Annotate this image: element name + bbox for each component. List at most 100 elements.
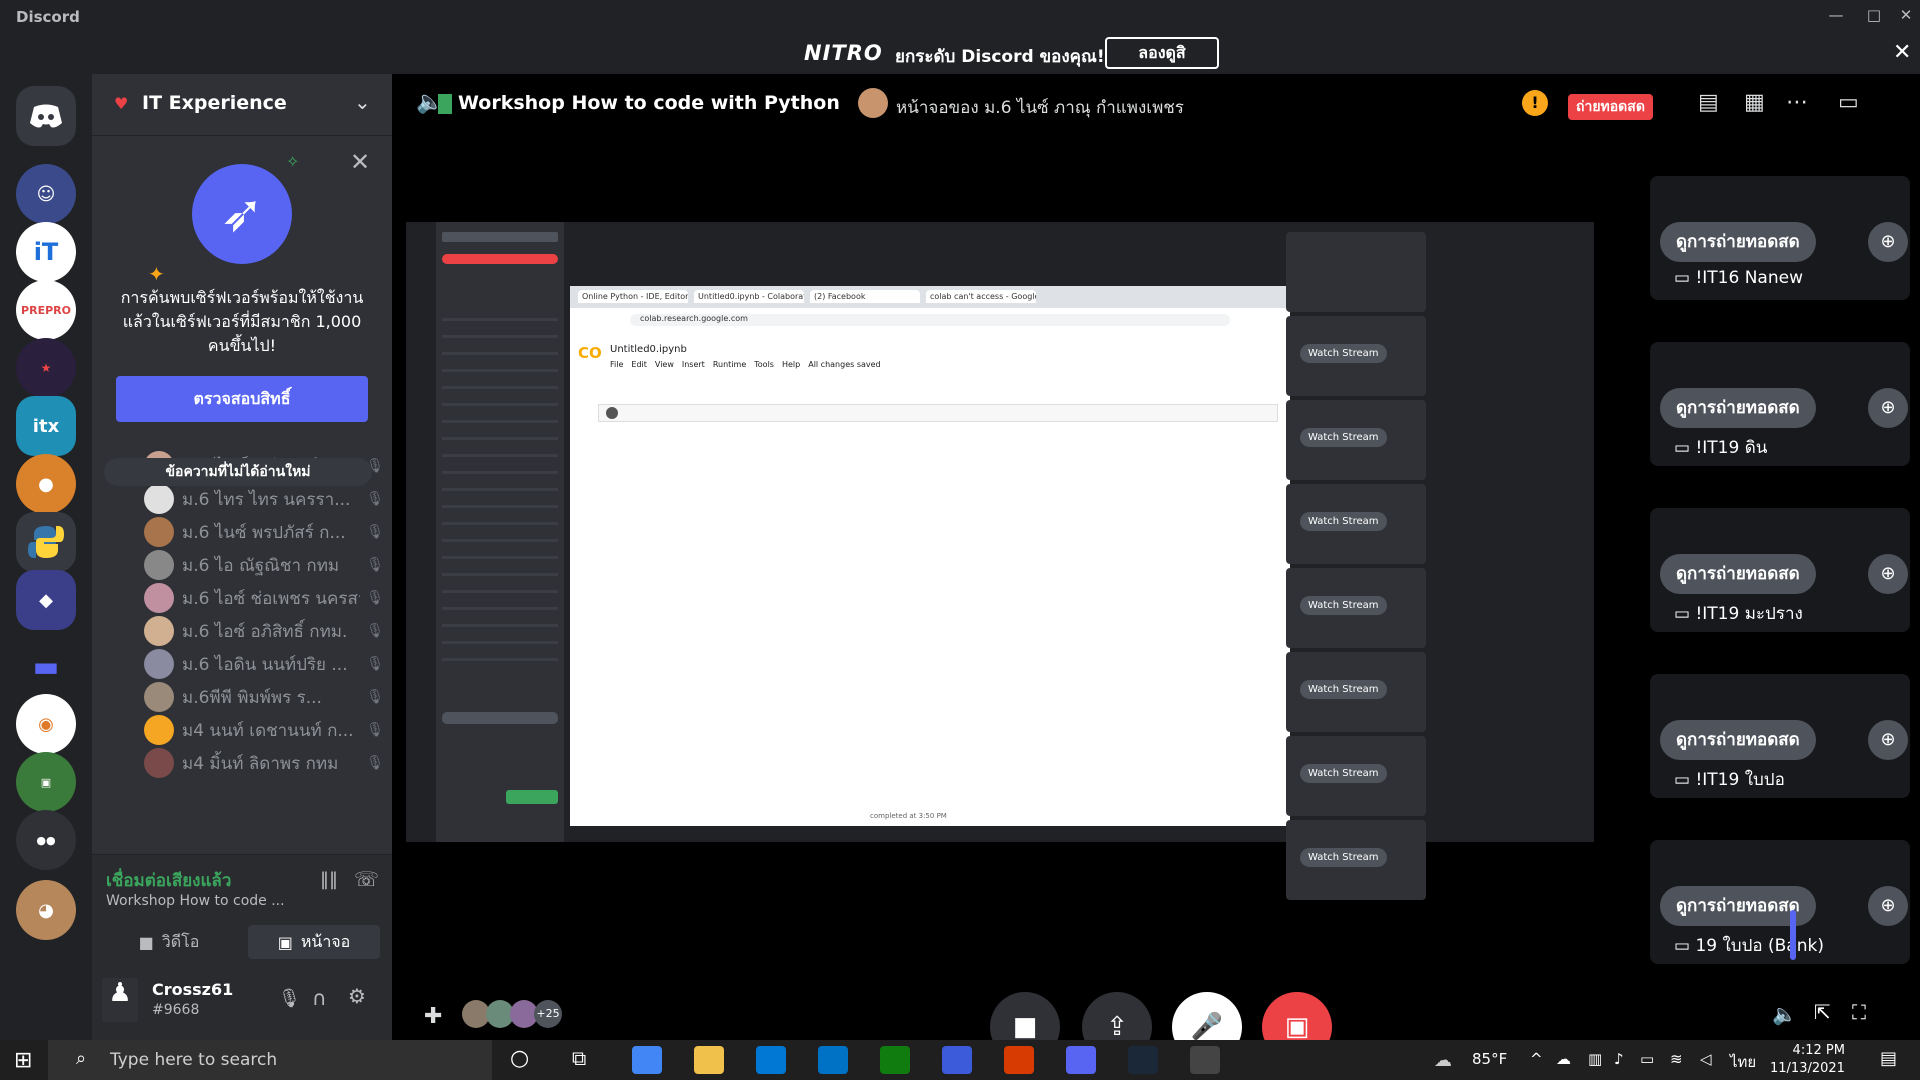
fullscreen-icon[interactable]: ⛶ bbox=[1852, 1000, 1866, 1024]
browser-tab[interactable]: colab can't access - Google S... bbox=[926, 290, 1036, 303]
server-icon-shield[interactable]: ◆ bbox=[16, 570, 76, 630]
add-watch-icon[interactable]: ⊕ bbox=[1868, 222, 1908, 262]
xbox-icon[interactable] bbox=[880, 1046, 910, 1074]
battery-icon[interactable]: ▭ bbox=[1640, 1050, 1654, 1068]
participant-avatars[interactable]: +25 bbox=[462, 1000, 562, 1028]
volume-slider[interactable] bbox=[1790, 910, 1796, 960]
warning-icon[interactable]: ! bbox=[1522, 90, 1548, 116]
stream-tile[interactable]: ดูการถ่ายทอดสด ⊕ ▭ !IT19 ดิน bbox=[1650, 342, 1910, 466]
nitro-try-button[interactable]: ลองดูสิ bbox=[1105, 37, 1219, 69]
address-bar[interactable]: colab.research.google.com bbox=[630, 314, 1230, 326]
voice-member[interactable]: ม.6พีพี พิมพ์พร ร... 🎙 bbox=[144, 681, 384, 713]
network-icon[interactable]: ▥ bbox=[1588, 1050, 1602, 1068]
notebook-title[interactable]: Untitled0.ipynb bbox=[610, 344, 687, 355]
add-person-icon[interactable]: ✚ bbox=[424, 1004, 442, 1029]
user-avatar[interactable]: ♟ bbox=[102, 978, 138, 1022]
server-icon-text[interactable]: ●● bbox=[16, 810, 76, 870]
close-icon[interactable]: ✕ bbox=[1896, 6, 1916, 26]
store-icon[interactable] bbox=[756, 1046, 786, 1074]
server-icon-food[interactable]: ● bbox=[16, 454, 76, 514]
gear-icon[interactable]: ⚙ bbox=[348, 984, 366, 1008]
obs-icon[interactable] bbox=[1190, 1046, 1220, 1074]
file-explorer-icon[interactable] bbox=[694, 1046, 724, 1074]
voice-member[interactable]: ม.6 ไอ ณัฐณิชา กทม 🎙 bbox=[144, 549, 384, 581]
add-watch-icon[interactable]: ⊕ bbox=[1868, 554, 1908, 594]
voice-member[interactable]: ม4 มิ้นท์ ลิดาพร กทม 🎙 bbox=[144, 747, 384, 779]
disconnect-icon[interactable]: ☏ bbox=[354, 867, 379, 891]
browser-tab[interactable]: Online Python - IDE, Editor, C... bbox=[578, 290, 688, 303]
discord-taskbar-icon[interactable] bbox=[1066, 1046, 1096, 1074]
colab-menu-item[interactable]: Runtime bbox=[713, 360, 746, 369]
user-avatar-cat[interactable]: ◕ bbox=[16, 880, 76, 940]
voice-member[interactable]: ม.6 ไอซ์ ช่อเพชร นครสวร... 🎙 bbox=[144, 582, 384, 614]
minimize-icon[interactable]: — bbox=[1826, 6, 1846, 26]
office-icon[interactable] bbox=[1004, 1046, 1034, 1074]
server-icon-purple[interactable]: ★ bbox=[16, 338, 76, 398]
more-icon[interactable]: ⋯ bbox=[1786, 90, 1808, 115]
colab-menu-item[interactable]: Edit bbox=[631, 360, 647, 369]
language-indicator[interactable]: ไทย bbox=[1730, 1050, 1756, 1074]
check-eligibility-button[interactable]: ตรวจสอบสิทธิ์ bbox=[116, 376, 368, 422]
server-icon-game[interactable]: ▣ bbox=[16, 752, 76, 812]
notification-icon[interactable]: ▤ bbox=[1880, 1048, 1897, 1069]
close-icon[interactable]: ✕ bbox=[350, 148, 370, 176]
headphones-icon[interactable]: ∩ bbox=[312, 986, 327, 1010]
grid-view-icon[interactable]: ▦ bbox=[1744, 90, 1765, 115]
popout-icon[interactable]: ▭ bbox=[1838, 90, 1859, 115]
folder-icon[interactable]: ▬ bbox=[16, 636, 76, 696]
close-icon[interactable]: ✕ bbox=[1893, 40, 1911, 65]
chrome-icon[interactable] bbox=[632, 1046, 662, 1074]
run-cell-icon[interactable] bbox=[606, 407, 618, 419]
task-view-icon[interactable]: ⧉ bbox=[572, 1046, 586, 1070]
server-icon-prepro[interactable]: PREPRO bbox=[16, 280, 76, 340]
wifi-icon[interactable]: ≋ bbox=[1670, 1050, 1683, 1068]
noise-suppression-icon[interactable]: ‖‖ bbox=[320, 869, 338, 890]
shared-screen[interactable]: Online Python - IDE, Editor, C... Untitle… bbox=[406, 222, 1594, 900]
stream-tile[interactable]: ดูการถ่ายทอดสด ⊕ ▭ 19 ใบปอ (Bank) bbox=[1650, 840, 1910, 964]
server-icon-anime[interactable]: ☺ bbox=[16, 164, 76, 224]
stream-tile[interactable]: ดูการถ่ายทอดสด ⊕ ▭ !IT19 มะปราง bbox=[1650, 508, 1910, 632]
add-watch-icon[interactable]: ⊕ bbox=[1868, 388, 1908, 428]
colab-menu-item[interactable]: View bbox=[655, 360, 674, 369]
watch-stream-button[interactable]: ดูการถ่ายทอดสด bbox=[1660, 554, 1816, 594]
voice-member[interactable]: ม.6 ไทร ไทร นครรา... 🎙 bbox=[144, 483, 384, 515]
watch-stream-button[interactable]: ดูการถ่ายทอดสด bbox=[1660, 222, 1816, 262]
colab-menu-item[interactable]: File bbox=[610, 360, 623, 369]
voice-channel-name[interactable]: Workshop How to code ... bbox=[106, 893, 285, 909]
server-icon-fox[interactable]: ◉ bbox=[16, 694, 76, 754]
stream-tile[interactable]: ดูการถ่ายทอดสด ⊕ ▭ !IT16 Nanew bbox=[1650, 176, 1910, 300]
popout-icon[interactable]: ⇱ bbox=[1814, 1000, 1831, 1024]
clock[interactable]: 4:12 PM 11/13/2021 bbox=[1770, 1042, 1845, 1078]
voice-member[interactable]: ม4 นนท์ เดชานนท์ ก... 🎙 bbox=[144, 714, 384, 746]
mail-icon[interactable] bbox=[818, 1046, 848, 1074]
voice-member[interactable]: ม.6 ไนซ์ พรปภัสร์ ก... 🎙 bbox=[144, 516, 384, 548]
server-icon-python[interactable] bbox=[16, 512, 76, 572]
onedrive-icon[interactable]: ☁ bbox=[1556, 1050, 1571, 1068]
server-icon-itx[interactable]: itx bbox=[16, 396, 76, 456]
voice-member[interactable]: ม.6 ไอดิน นนท์ปริย ... 🎙 bbox=[144, 648, 384, 680]
cortana-icon[interactable]: ○ bbox=[510, 1046, 529, 1071]
screen-share-button[interactable]: ▣ หน้าจอ bbox=[248, 925, 380, 959]
mute-icon[interactable]: 🎙 bbox=[278, 988, 301, 1009]
speaker-icon[interactable]: ◁ bbox=[1700, 1050, 1712, 1068]
add-watch-icon[interactable]: ⊕ bbox=[1868, 886, 1908, 926]
colab-menu-item[interactable]: Help bbox=[782, 360, 800, 369]
colab-menu-item[interactable]: Insert bbox=[682, 360, 705, 369]
colab-menu-item[interactable]: All changes saved bbox=[808, 360, 880, 369]
maximize-icon[interactable]: □ bbox=[1864, 6, 1884, 26]
chevron-up-icon[interactable]: ^ bbox=[1530, 1050, 1543, 1068]
server-header[interactable]: ♥ IT Experience ⌄ bbox=[92, 74, 392, 136]
discord-home-icon[interactable] bbox=[16, 86, 76, 146]
mic-icon[interactable]: ♪ bbox=[1614, 1050, 1624, 1068]
browser-tab[interactable]: Untitled0.ipynb - Colaboratory bbox=[694, 290, 804, 303]
browser-tab[interactable]: (2) Facebook bbox=[810, 290, 920, 303]
chevron-down-icon[interactable]: ⌄ bbox=[354, 90, 371, 114]
taskbar-search[interactable]: Type here to search bbox=[48, 1040, 492, 1080]
volume-icon[interactable]: 🔈 bbox=[1772, 1002, 1797, 1026]
new-unread-banner[interactable]: ข้อความที่ไม่ได้อ่านใหม่ bbox=[104, 458, 372, 486]
add-stream-icon[interactable]: ▤ bbox=[1698, 90, 1719, 115]
colab-menu-item[interactable]: Tools bbox=[754, 360, 774, 369]
server-icon-it[interactable]: iT bbox=[16, 222, 76, 282]
colab-browser-window[interactable]: Online Python - IDE, Editor, C... Untitle… bbox=[570, 286, 1290, 826]
steam-icon[interactable] bbox=[1128, 1046, 1158, 1074]
